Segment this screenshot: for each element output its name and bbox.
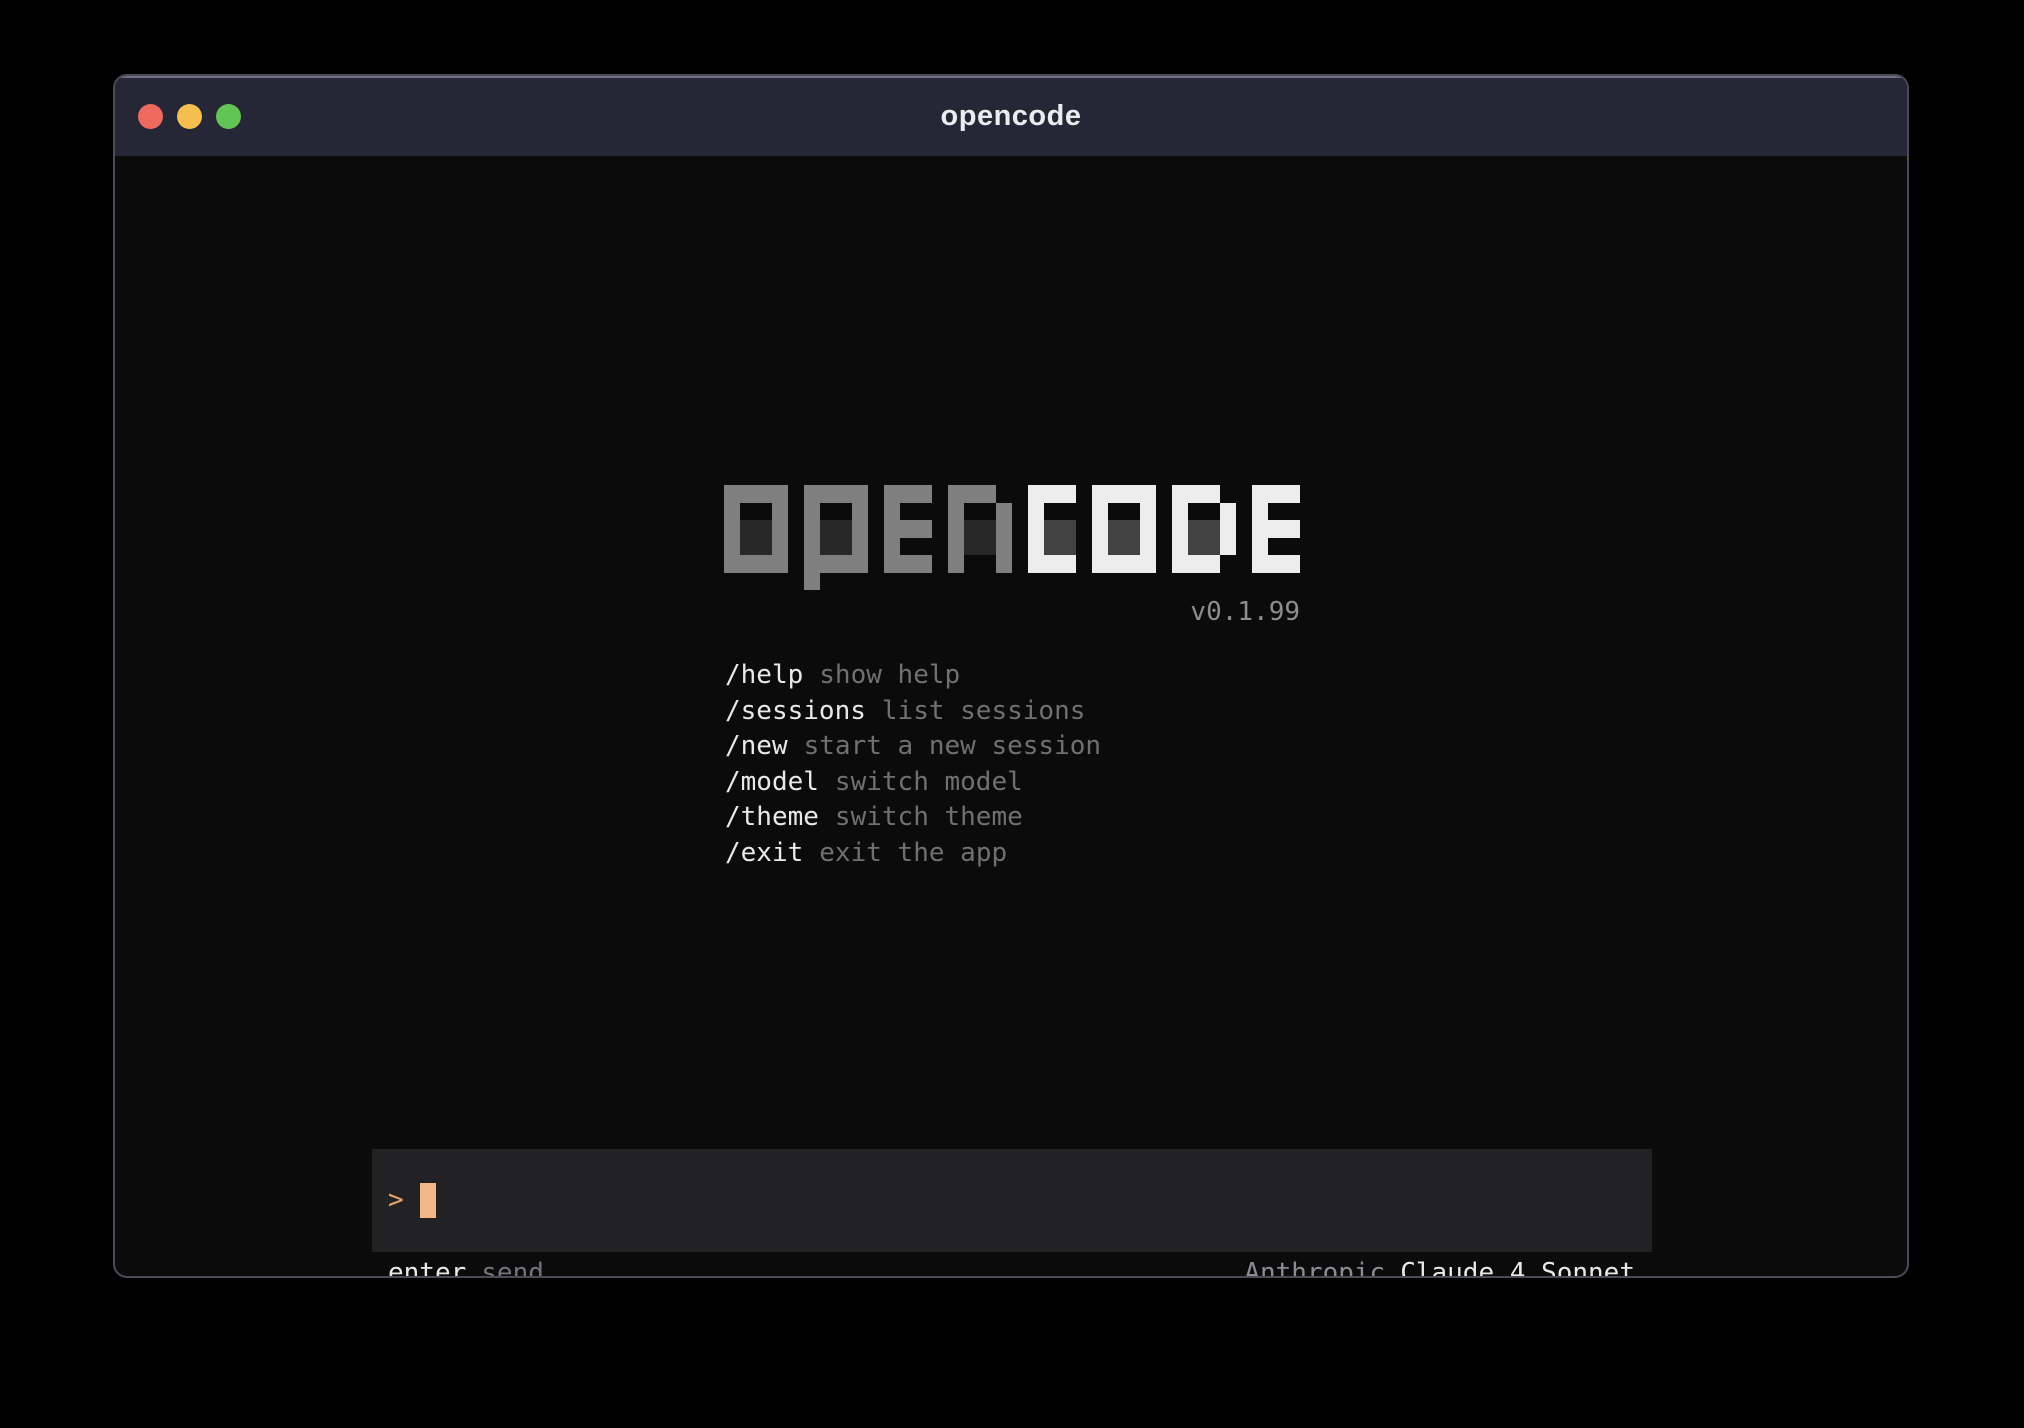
logo-letter-o: [724, 485, 788, 590]
command-description: switch theme: [835, 802, 1023, 832]
desktop: { "window": { "title": "opencode", "titl…: [0, 0, 2024, 1428]
opencode-logo: [724, 485, 1300, 590]
command-description: list sessions: [882, 696, 1086, 726]
window-title: opencode: [115, 100, 1907, 133]
model-label: Claude 4 Sonnet: [1400, 1258, 1635, 1278]
logo-letter-d: [1172, 485, 1236, 590]
logo-letter-e: [1252, 485, 1300, 590]
logo-letter-c: [1028, 485, 1076, 590]
command-row: /theme switch theme: [725, 800, 1101, 836]
command-row: /help show help: [725, 658, 1101, 694]
command-name: /exit: [725, 838, 803, 868]
command-description: show help: [819, 660, 960, 690]
model-indicator[interactable]: Anthropic Claude 4 Sonnet: [1244, 1256, 1635, 1278]
logo-letter-n: [948, 485, 1012, 590]
version-label: v0.1.99: [724, 595, 1300, 630]
provider-label: Anthropic: [1244, 1258, 1385, 1278]
command-description: switch model: [835, 767, 1023, 797]
command-description: start a new session: [804, 731, 1101, 761]
command-row: /model switch model: [725, 765, 1101, 801]
command-list: /help show help /sessions list sessions /n…: [725, 658, 1101, 871]
text-cursor: [420, 1183, 436, 1218]
app-window: opencode v0.1.99 /help show help /session…: [113, 74, 1909, 1278]
key-hint-label: enter: [388, 1258, 466, 1278]
prompt-input[interactable]: >: [372, 1149, 1652, 1252]
logo-letter-o: [1092, 485, 1156, 590]
terminal-body: v0.1.99 /help show help /sessions list ses…: [115, 158, 1907, 1276]
send-hint: enter send: [388, 1256, 544, 1278]
command-name: /sessions: [725, 696, 866, 726]
command-name: /model: [725, 767, 819, 797]
key-action-label: send: [481, 1258, 544, 1278]
command-row: /new start a new session: [725, 729, 1101, 765]
prompt-symbol: >: [388, 1183, 404, 1218]
command-row: /exit exit the app: [725, 836, 1101, 872]
command-name: /new: [725, 731, 788, 761]
command-name: /help: [725, 660, 803, 690]
logo-letter-p: [804, 485, 868, 590]
command-name: /theme: [725, 802, 819, 832]
logo-letter-e: [884, 485, 932, 590]
command-row: /sessions list sessions: [725, 694, 1101, 730]
status-bar: enter send Anthropic Claude 4 Sonnet: [372, 1256, 1652, 1278]
command-description: exit the app: [819, 838, 1007, 868]
titlebar[interactable]: opencode: [115, 76, 1907, 156]
